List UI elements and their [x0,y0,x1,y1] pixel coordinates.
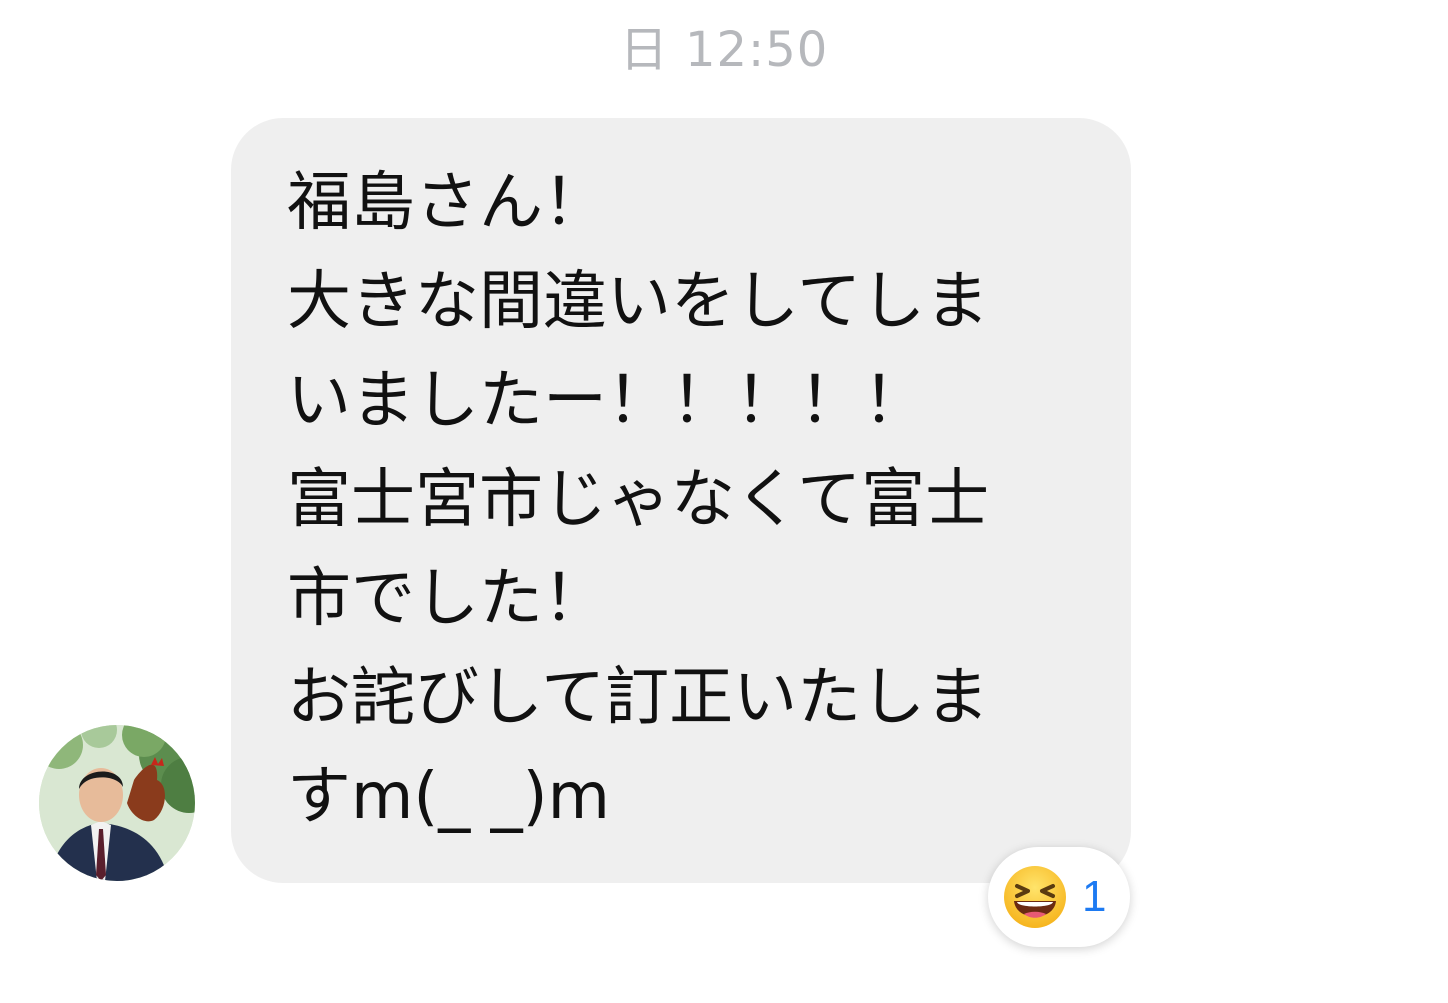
message-line: いましたー！！！！！ [287,364,927,438]
message-bubble[interactable]: 福島さん！ 大きな間違いをしてしま いましたー！！！！！ 富士宮市じゃなくて富士… [231,118,1131,883]
chat-screen: 日 12:50 福島さん！ 大きな間違いをしてしま いましたー！！！！！ 富士宮… [0,0,1448,1003]
message-line: 富士宮市じゃなくて富士 [287,463,990,537]
message-line: お詫びして訂正いたしま [287,661,990,735]
reaction-badge[interactable]: 1 [988,847,1130,947]
message-line: 福島さん！ [287,166,607,240]
message-line: 市でした！ [287,562,607,636]
message-timestamp: 日 12:50 [619,22,829,78]
profile-photo [39,725,195,881]
grinning-squinting-face-icon [1004,866,1066,928]
message-line: すm(_ _)m [287,760,610,834]
avatar[interactable] [39,725,195,881]
reaction-count: 1 [1082,872,1107,921]
message-line: 大きな間違いをしてしま [287,265,990,339]
